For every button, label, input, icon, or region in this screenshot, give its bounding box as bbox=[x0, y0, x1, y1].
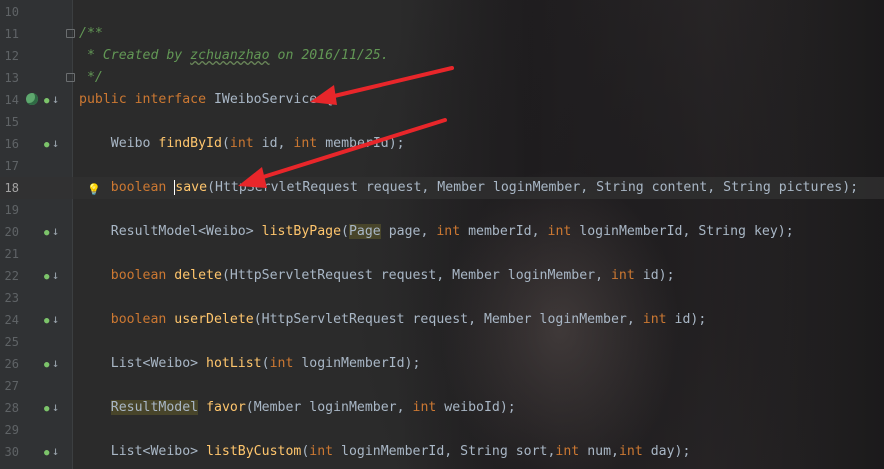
code-editor[interactable]: 10 11/** 12 * Created by zchuanzhao on 201… bbox=[0, 0, 884, 469]
annotation-arrows bbox=[238, 66, 454, 188]
annotation-arrow-save bbox=[238, 118, 447, 188]
annotation-arrow-interface bbox=[310, 66, 454, 105]
